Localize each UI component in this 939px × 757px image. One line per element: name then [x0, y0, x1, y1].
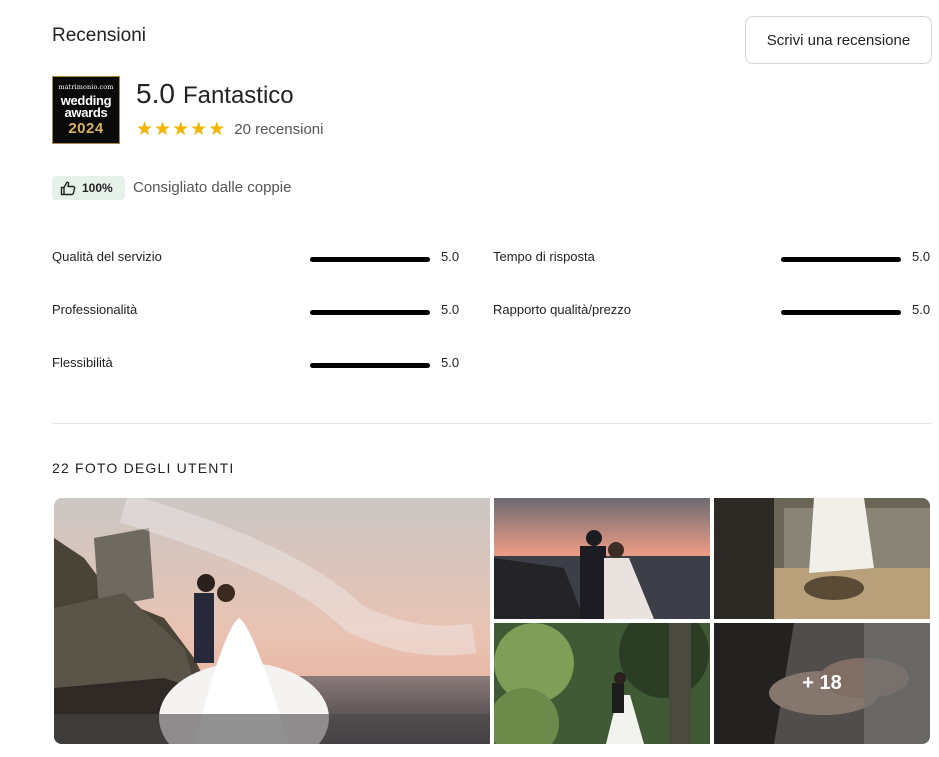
- rating-bar: [310, 257, 430, 262]
- rating-bar: [310, 310, 430, 315]
- star-rating: ★ ★ ★ ★ ★: [136, 120, 225, 139]
- review-count[interactable]: 20 recensioni: [234, 121, 323, 138]
- star-icon: ★: [190, 119, 208, 140]
- photo-gallery: + 18: [54, 498, 930, 744]
- rating-quality: Qualità del servizio 5.0: [52, 249, 461, 269]
- rating-label: Qualità del servizio: [52, 249, 162, 264]
- wedding-awards-badge: matrimonio.com wedding awards 2024: [52, 76, 120, 144]
- rating-bar: [781, 257, 901, 262]
- star-icon: ★: [136, 119, 154, 140]
- rating-bar: [781, 310, 901, 315]
- score-value: 5.0: [136, 78, 175, 109]
- thumbs-up-icon: [60, 181, 76, 195]
- star-icon: ★: [208, 119, 226, 140]
- score-word: Fantastico: [182, 82, 294, 109]
- rating-value: 5.0: [441, 355, 460, 370]
- rating-value: 5.0: [441, 302, 460, 317]
- rating-label: Professionalità: [52, 302, 138, 317]
- write-review-button[interactable]: Scrivi una recensione: [745, 16, 932, 64]
- rating-value: 5.0: [912, 302, 931, 317]
- award-year: 2024: [68, 119, 104, 137]
- award-brand: matrimonio.com: [58, 83, 114, 92]
- recommend-badge: 100%: [52, 176, 125, 200]
- rating-value: 5.0: [912, 249, 931, 264]
- rating-value: 5.0: [441, 249, 460, 264]
- more-photos-overlay[interactable]: + 18: [714, 623, 930, 744]
- award-line-2: awards: [64, 104, 108, 120]
- rating-bar: [310, 363, 430, 368]
- overall-score: 5.0 Fantastico: [136, 78, 294, 110]
- rating-response-time: Tempo di risposta 5.0: [493, 249, 932, 269]
- rating-value-for-money: Rapporto qualità/prezzo 5.0: [493, 302, 932, 322]
- star-icon: ★: [172, 119, 190, 140]
- rating-professionalism: Professionalità 5.0: [52, 302, 461, 322]
- page-title: Recensioni: [52, 25, 146, 46]
- photo-forest-couple[interactable]: [494, 623, 710, 744]
- rating-flexibility: Flessibilità 5.0: [52, 355, 461, 375]
- recommend-text: Consigliato dalle coppie: [133, 179, 292, 196]
- photo-main-couple-beach[interactable]: [54, 498, 490, 744]
- section-divider: [52, 423, 932, 424]
- photo-sunset-couple[interactable]: [494, 498, 710, 619]
- photo-more-rings[interactable]: + 18: [714, 623, 930, 744]
- rating-label: Tempo di risposta: [493, 249, 595, 264]
- recommend-percent: 100%: [82, 181, 113, 195]
- photos-title: 22 FOTO DEGLI UTENTI: [52, 460, 235, 476]
- stars-row: ★ ★ ★ ★ ★ 20 recensioni: [136, 120, 323, 139]
- photo-veil-indoor[interactable]: [714, 498, 930, 619]
- rating-label: Flessibilità: [52, 355, 113, 370]
- rating-label: Rapporto qualità/prezzo: [493, 302, 632, 317]
- star-icon: ★: [154, 119, 172, 140]
